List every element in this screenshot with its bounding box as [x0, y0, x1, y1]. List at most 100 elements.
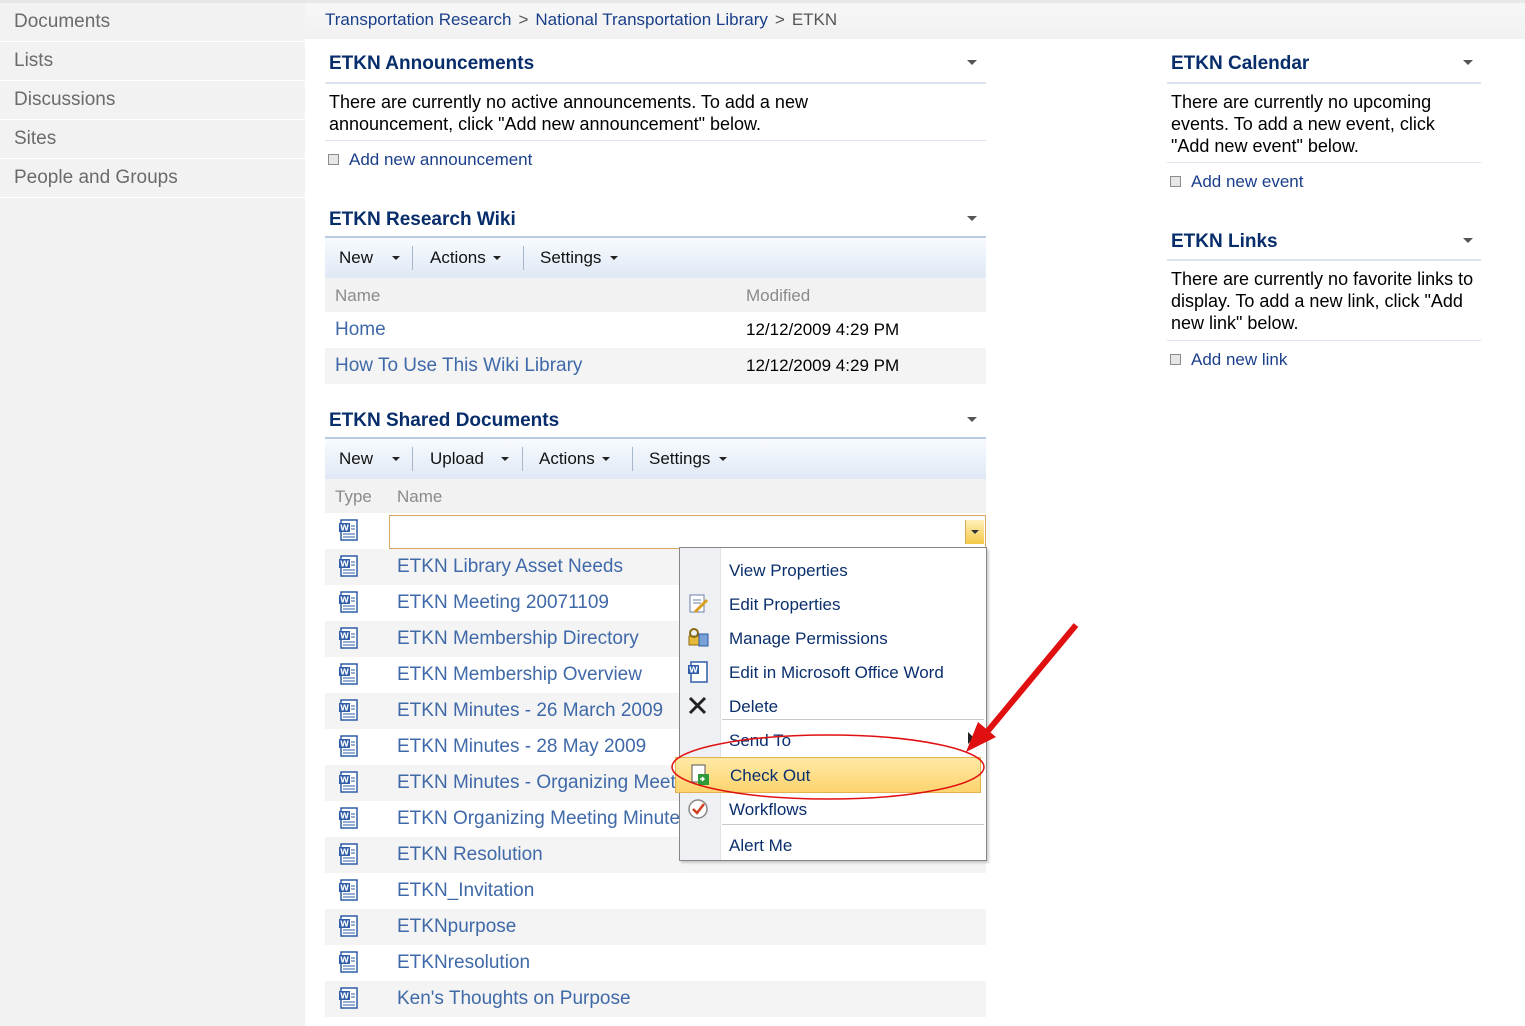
- word-document-icon[interactable]: W: [338, 663, 360, 686]
- selected-item-box[interactable]: [389, 515, 986, 549]
- document-link[interactable]: ETKN Resolution: [397, 844, 543, 866]
- divider: [325, 82, 986, 84]
- breadcrumb-separator: >: [774, 10, 785, 29]
- calendar-body: There are currently no upcoming events. …: [1171, 92, 1435, 156]
- docs-upload-button[interactable]: Upload: [430, 449, 484, 469]
- divider: [1167, 162, 1481, 163]
- toolbar-separator: [632, 447, 633, 471]
- document-link[interactable]: Ken's Thoughts on Purpose: [397, 988, 631, 1010]
- svg-text:W: W: [340, 884, 349, 893]
- document-link[interactable]: ETKN Organizing Meeting Minutes: [397, 808, 690, 830]
- word-document-icon[interactable]: W: [338, 987, 360, 1010]
- word-icon: W: [686, 660, 710, 684]
- add-new-link-label[interactable]: Add new link: [1191, 350, 1287, 369]
- word-document-icon[interactable]: W: [338, 771, 360, 794]
- quicklaunch-sites[interactable]: Sites: [0, 120, 305, 159]
- wiki-title[interactable]: ETKN Research Wiki: [329, 209, 516, 231]
- word-document-icon[interactable]: W: [338, 555, 360, 578]
- word-document-icon[interactable]: W: [338, 879, 360, 902]
- document-link[interactable]: ETKN Minutes - Organizing Meeti: [397, 772, 680, 794]
- chevron-down-icon[interactable]: [719, 457, 727, 461]
- docs-settings-button[interactable]: Settings: [649, 449, 710, 469]
- menu-item-label: Manage Permissions: [729, 629, 888, 648]
- announcements-title[interactable]: ETKN Announcements: [329, 53, 534, 75]
- calendar-menu-arrow-icon[interactable]: [1463, 60, 1473, 65]
- chevron-down-icon[interactable]: [501, 457, 509, 461]
- wiki-settings-button[interactable]: Settings: [540, 248, 601, 268]
- column-type[interactable]: Type: [335, 487, 372, 507]
- chevron-down-icon[interactable]: [610, 256, 618, 260]
- table-row: Home 12/12/2009 4:29 PM: [325, 312, 986, 348]
- quicklaunch-people-groups[interactable]: People and Groups: [0, 159, 305, 198]
- menu-item-delete[interactable]: Delete: [680, 689, 986, 723]
- document-link[interactable]: ETKN Meeting 20071109: [397, 592, 609, 614]
- chevron-down-icon[interactable]: [392, 457, 400, 461]
- column-name[interactable]: Name: [397, 487, 442, 507]
- menu-item-edit-properties[interactable]: Edit Properties: [680, 587, 986, 621]
- menu-separator: [722, 824, 984, 825]
- word-document-icon[interactable]: W: [338, 735, 360, 758]
- chevron-down-icon[interactable]: [392, 256, 400, 260]
- menu-item-edit-in-microsoft-office-word[interactable]: W Edit in Microsoft Office Word: [680, 655, 986, 689]
- annotation-arrow-shaft: [979, 623, 1079, 740]
- document-link[interactable]: ETKN Membership Overview: [397, 664, 642, 686]
- add-new-link-link[interactable]: Add new link: [1170, 350, 1287, 370]
- wiki-toolbar: New Actions Settings: [325, 236, 986, 280]
- announcements-menu-arrow-icon[interactable]: [967, 60, 977, 65]
- word-document-icon[interactable]: W: [338, 951, 360, 974]
- breadcrumb-link-ntl[interactable]: National Transportation Library: [535, 10, 767, 29]
- quicklaunch-discussions[interactable]: Discussions: [0, 81, 305, 120]
- links-title[interactable]: ETKN Links: [1171, 231, 1278, 253]
- word-document-icon[interactable]: W: [338, 699, 360, 722]
- quicklaunch-lists[interactable]: Lists: [0, 42, 305, 81]
- item-menu-dropdown-button[interactable]: [965, 520, 984, 544]
- wiki-page-link[interactable]: How To Use This Wiki Library: [335, 355, 582, 377]
- menu-item-manage-permissions[interactable]: Manage Permissions: [680, 621, 986, 655]
- column-name[interactable]: Name: [335, 286, 380, 306]
- add-new-event-link[interactable]: Add new event: [1170, 172, 1303, 192]
- document-link[interactable]: ETKN Library Asset Needs: [397, 556, 623, 578]
- links-body: There are currently no favorite links to…: [1171, 269, 1474, 333]
- document-link[interactable]: ETKN Minutes - 26 March 2009: [397, 700, 663, 722]
- wiki-menu-arrow-icon[interactable]: [967, 216, 977, 221]
- word-document-icon[interactable]: W: [338, 591, 360, 614]
- toolbar-separator: [523, 246, 524, 270]
- calendar-title[interactable]: ETKN Calendar: [1171, 53, 1309, 75]
- links-menu-arrow-icon[interactable]: [1463, 238, 1473, 243]
- breadcrumb-link-transportation-research[interactable]: Transportation Research: [325, 10, 511, 29]
- add-new-announcement-link[interactable]: Add new announcement: [328, 150, 532, 170]
- document-link[interactable]: ETKN Minutes - 28 May 2009: [397, 736, 646, 758]
- menu-item-workflows[interactable]: Workflows: [680, 792, 986, 826]
- word-document-icon[interactable]: W: [338, 843, 360, 866]
- chevron-down-icon[interactable]: [602, 457, 610, 461]
- wiki-page-link[interactable]: Home: [335, 319, 386, 341]
- add-new-announcement-label[interactable]: Add new announcement: [349, 150, 532, 169]
- wiki-new-button[interactable]: New: [339, 248, 373, 268]
- word-document-icon[interactable]: W: [338, 519, 360, 542]
- menu-item-view-properties[interactable]: View Properties: [680, 553, 986, 587]
- menu-item-check-out[interactable]: Check Out: [675, 757, 981, 793]
- column-modified[interactable]: Modified: [746, 286, 810, 306]
- docs-actions-button[interactable]: Actions: [539, 449, 595, 469]
- docs-new-button[interactable]: New: [339, 449, 373, 469]
- breadcrumb-current: ETKN: [791, 10, 838, 29]
- document-link[interactable]: ETKNpurpose: [397, 916, 516, 938]
- word-document-icon[interactable]: W: [338, 807, 360, 830]
- document-link[interactable]: ETKN_Invitation: [397, 880, 534, 902]
- item-context-menu: View Properties Edit Properties Manage Per…: [675, 547, 987, 862]
- submenu-arrow-icon[interactable]: [968, 732, 974, 744]
- document-link[interactable]: ETKNresolution: [397, 952, 530, 974]
- chevron-down-icon[interactable]: [493, 256, 501, 260]
- shared-docs-menu-arrow-icon[interactable]: [967, 417, 977, 422]
- add-new-event-label[interactable]: Add new event: [1191, 172, 1303, 191]
- breadcrumb: Transportation Research > National Transpo…: [325, 10, 837, 30]
- word-document-icon[interactable]: W: [338, 627, 360, 650]
- shared-docs-title[interactable]: ETKN Shared Documents: [329, 410, 559, 432]
- quicklaunch-documents[interactable]: Documents: [0, 3, 305, 42]
- menu-item-send-to[interactable]: Send To: [680, 723, 986, 757]
- toolbar-separator: [412, 447, 413, 471]
- wiki-actions-button[interactable]: Actions: [430, 248, 486, 268]
- word-document-icon[interactable]: W: [338, 915, 360, 938]
- menu-item-alert-me[interactable]: Alert Me: [680, 828, 986, 862]
- document-link[interactable]: ETKN Membership Directory: [397, 628, 639, 650]
